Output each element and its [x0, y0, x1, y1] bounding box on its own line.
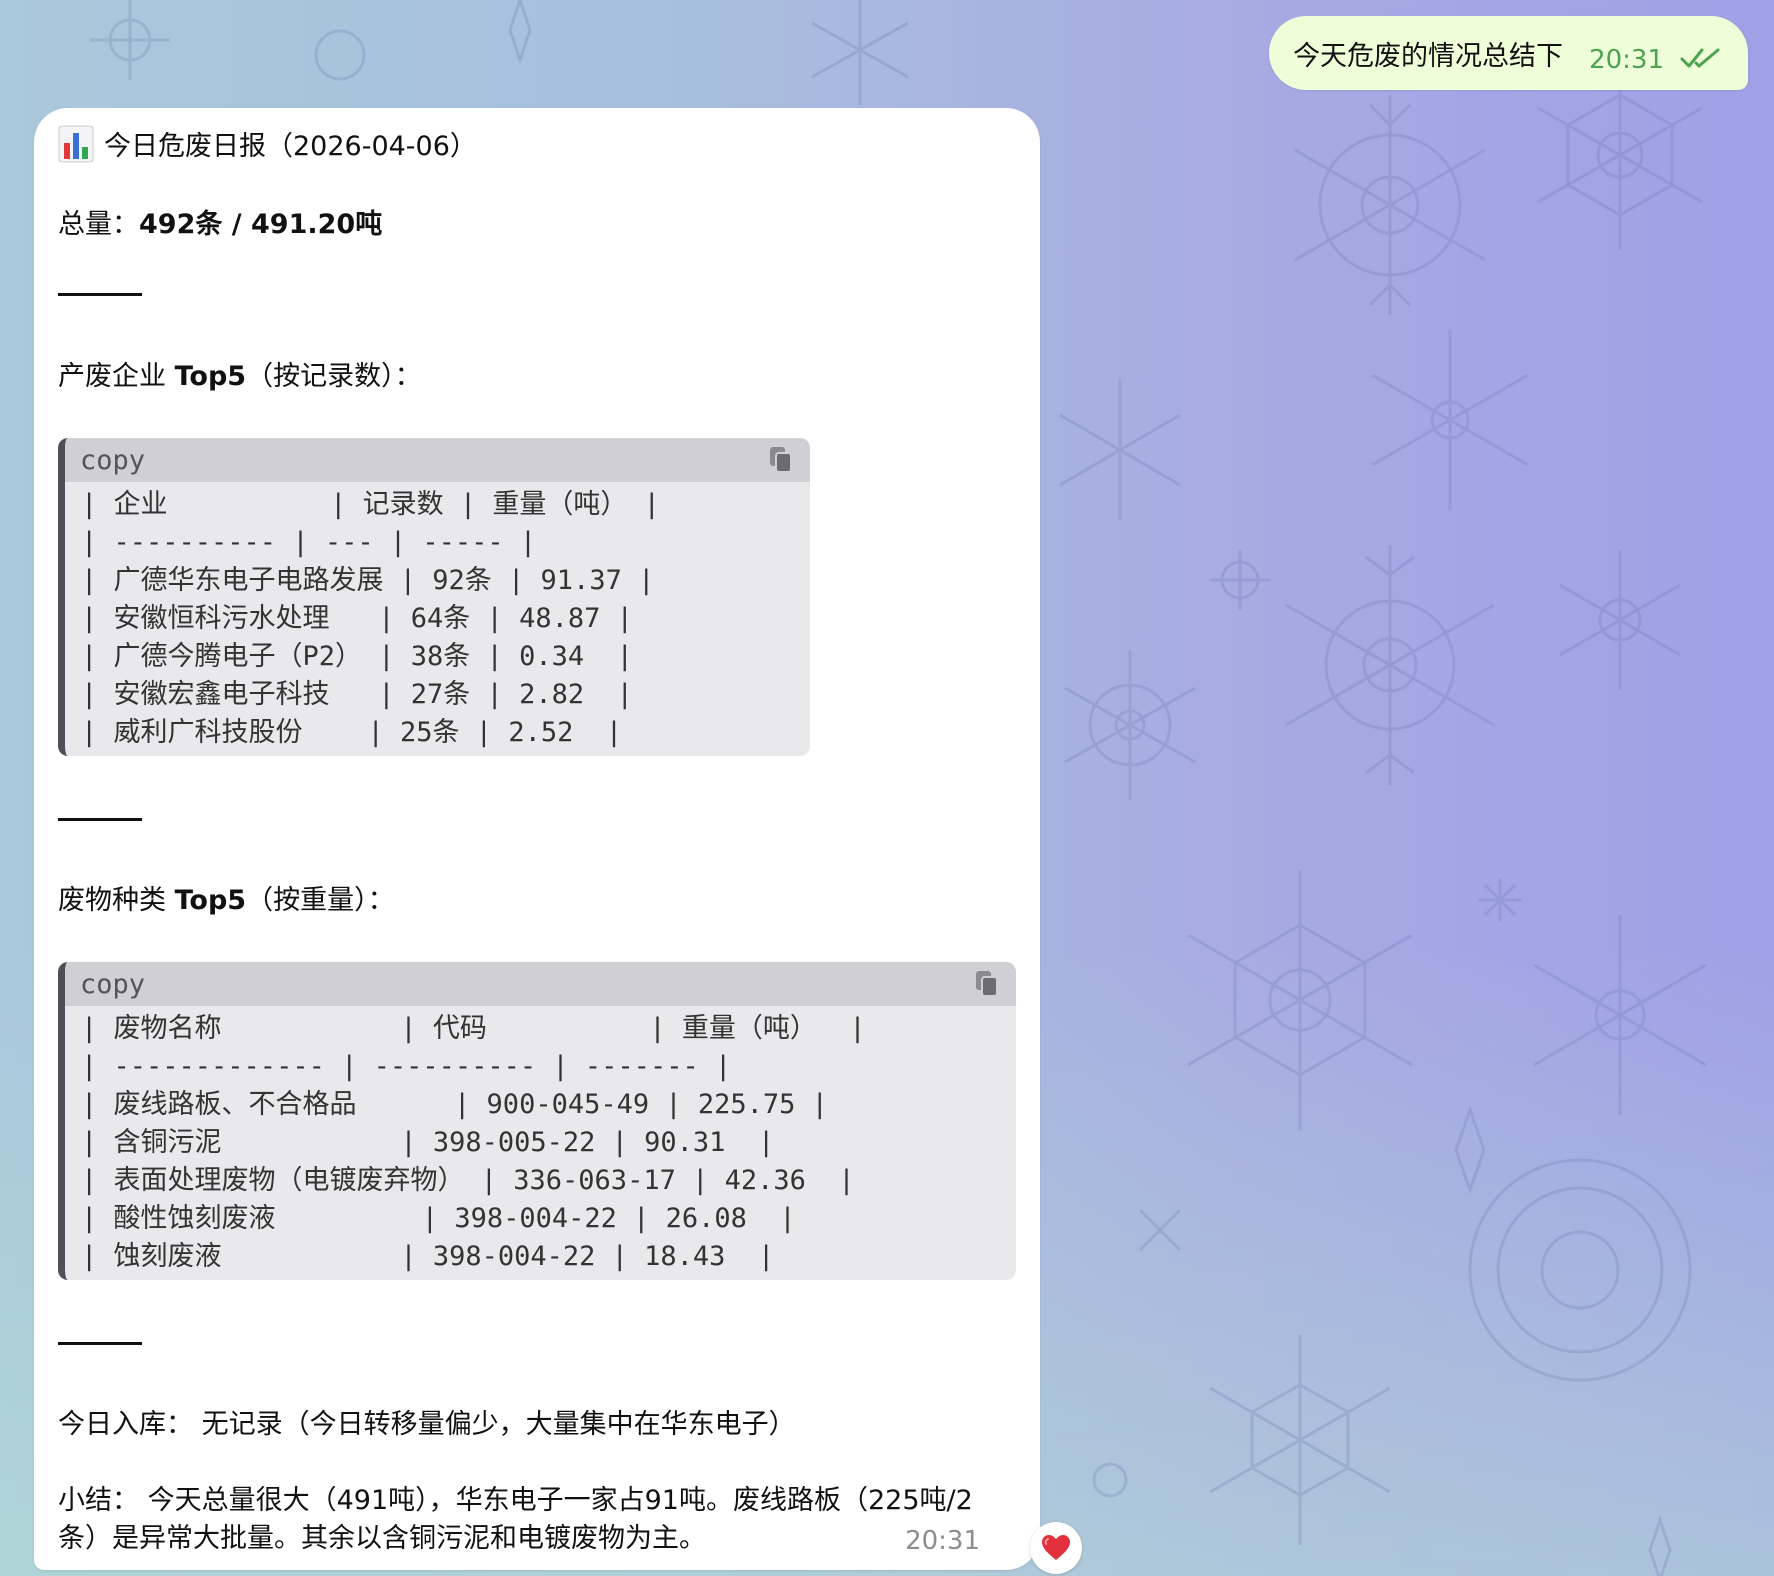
- code-line: | 表面处理废物（电镀废弃物） | 336-063-17 | 42.36 |: [81, 1165, 855, 1196]
- section1-heading: 产废企业 Top5（按记录数）：: [58, 354, 1016, 393]
- code-block-header: copy: [65, 438, 810, 482]
- storage-row: 今日入库： 无记录（今日转移量偏少，大量集中在华东电子）: [58, 1402, 1016, 1441]
- code-line: | 蚀刻废液 | 398-004-22 | 18.43 |: [81, 1241, 775, 1272]
- outgoing-message-bubble[interactable]: 今天危废的情况总结下 20:31: [1269, 16, 1748, 90]
- incoming-message-time: 20:31: [905, 1526, 980, 1556]
- heart-reaction[interactable]: [1030, 1522, 1082, 1574]
- section1-prefix: 产废企业: [58, 361, 175, 392]
- divider: [58, 1342, 142, 1345]
- outgoing-message-text: 今天危废的情况总结下: [1293, 40, 1564, 72]
- code-line: | 酸性蚀刻废液 | 398-004-22 | 26.08 |: [81, 1203, 796, 1234]
- divider: [58, 818, 142, 821]
- summary-line-2: 条）是异常大批量。其余以含铜污泥和电镀废物为主。: [58, 1516, 1016, 1555]
- double-check-icon: [1680, 48, 1720, 68]
- code-line: | 安徽宏鑫电子科技 | 27条 | 2.82 |: [81, 679, 633, 710]
- summary-label: 小结：: [58, 1485, 139, 1516]
- code-line: | 威利广科技股份 | 25条 | 2.52 |: [81, 717, 623, 748]
- code-block-language: copy: [80, 444, 146, 476]
- code-block-companies: copy | 企业 | 记录数 | 重量（吨） | | ---------- |…: [58, 438, 810, 756]
- section2-prefix: 废物种类: [58, 885, 175, 916]
- heart-icon: [1042, 1535, 1070, 1560]
- code-line: | 废线路板、不合格品 | 900-045-49 | 225.75 |: [81, 1089, 828, 1120]
- total-value: 492条 / 491.20吨: [139, 209, 383, 240]
- divider: [58, 293, 142, 296]
- code-block-waste-types: copy | 废物名称 | 代码 | 重量（吨） | | -----------…: [58, 962, 1016, 1280]
- code-line: | ------------- | ---------- | ------- |: [81, 1051, 732, 1082]
- copy-icon[interactable]: [768, 445, 794, 475]
- section2-suffix: （按重量）：: [246, 885, 395, 916]
- code-block-language: copy: [80, 968, 146, 1000]
- total-row: 总量：492条 / 491.20吨: [58, 202, 1016, 241]
- code-block-header: copy: [65, 962, 1016, 1006]
- report-title-row: 今日危废日报（2026-04-06）: [58, 124, 1016, 163]
- copy-icon[interactable]: [974, 969, 1000, 999]
- bar-chart-emoji: [58, 125, 94, 162]
- section2-bold: Top5: [174, 885, 247, 916]
- code-line: | 含铜污泥 | 398-005-22 | 90.31 |: [81, 1127, 775, 1158]
- summary-text-2: 条）是异常大批量。其余以含铜污泥和电镀废物为主。: [58, 1523, 706, 1554]
- section2-heading: 废物种类 Top5（按重量）：: [58, 878, 1016, 917]
- code-line: | ---------- | --- | ----- |: [81, 527, 537, 558]
- storage-value: 无记录（今日转移量偏少，大量集中在华东电子）: [201, 1409, 796, 1440]
- section1-suffix: （按记录数）：: [246, 361, 422, 392]
- code-block-body: | 废物名称 | 代码 | 重量（吨） | | ------------- | …: [65, 1006, 1016, 1276]
- storage-label: 今日入库：: [58, 1409, 193, 1440]
- code-block-body: | 企业 | 记录数 | 重量（吨） | | ---------- | --- …: [65, 482, 810, 752]
- summary-line-1: 小结： 今天总量很大（491吨），华东电子一家占91吨。废线路板（225吨/2: [58, 1478, 1016, 1517]
- code-line: | 安徽恒科污水处理 | 64条 | 48.87 |: [81, 603, 633, 634]
- code-line: | 广德今腾电子（P2） | 38条 | 0.34 |: [81, 641, 633, 672]
- code-line: | 广德华东电子电路发展 | 92条 | 91.37 |: [81, 565, 655, 596]
- incoming-message-bubble[interactable]: 今日危废日报（2026-04-06） 总量：492条 / 491.20吨 产废企…: [34, 108, 1040, 1570]
- total-label: 总量：: [58, 209, 139, 240]
- chat-area: 今天危废的情况总结下 20:31 今日危废日报（2026-04-06） 总量：4…: [0, 0, 1774, 1576]
- report-title: 今日危废日报（2026-04-06）: [104, 131, 477, 162]
- code-line: | 企业 | 记录数 | 重量（吨） |: [81, 489, 660, 520]
- outgoing-message-time: 20:31: [1589, 45, 1664, 75]
- section1-bold: Top5: [174, 361, 247, 392]
- code-line: | 废物名称 | 代码 | 重量（吨） |: [81, 1013, 866, 1044]
- summary-text-1: 今天总量很大（491吨），华东电子一家占91吨。废线路板（225吨/2: [147, 1485, 973, 1516]
